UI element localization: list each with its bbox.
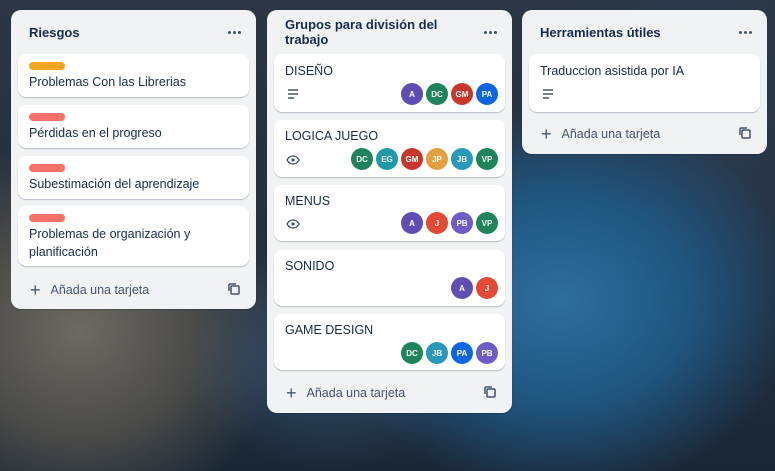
avatar[interactable]: DC <box>401 342 423 364</box>
add-card-button[interactable]: + Añada una tarjeta <box>274 379 505 407</box>
list-menu-button[interactable] <box>224 22 244 42</box>
list-grupos: Grupos para división del trabajo DISEÑO … <box>267 10 512 413</box>
card-members: DC JB PA PB <box>398 342 498 364</box>
avatar[interactable]: DC <box>426 83 448 105</box>
card-label-orange[interactable] <box>29 62 65 70</box>
list-herramientas: Herramientas útiles Traduccion asistida … <box>522 10 767 154</box>
template-icon[interactable] <box>483 385 497 402</box>
avatar[interactable]: PB <box>476 342 498 364</box>
card-title: GAME DESIGN <box>285 323 374 337</box>
list-menu-button[interactable] <box>480 22 500 42</box>
card-title: LOGICA JUEGO <box>285 129 379 143</box>
card-title: SONIDO <box>285 259 335 273</box>
add-card-label: Añada una tarjeta <box>306 386 406 400</box>
plus-icon: + <box>286 383 297 403</box>
card-label-red[interactable] <box>29 214 65 222</box>
card-problemas-librerias[interactable]: Problemas Con las Librerias <box>18 54 249 97</box>
card-perdidas-progreso[interactable]: Pérdidas en el progreso <box>18 105 249 148</box>
card-traduccion-ia[interactable]: Traduccion asistida por IA <box>529 54 760 112</box>
description-icon <box>285 86 301 102</box>
card-title: Pérdidas en el progreso <box>29 126 162 140</box>
card-title: Traduccion asistida por IA <box>540 64 685 78</box>
avatar[interactable]: VP <box>476 148 498 170</box>
avatar[interactable]: J <box>426 212 448 234</box>
avatar[interactable]: JP <box>426 148 448 170</box>
list-title[interactable]: Grupos para división del trabajo <box>285 17 480 47</box>
description-icon <box>540 86 556 102</box>
card-title: Subestimación del aprendizaje <box>29 177 200 191</box>
card-members: A J <box>448 277 498 299</box>
card-menus[interactable]: MENUS A J PB VP <box>274 185 505 241</box>
list-header: Riesgos <box>11 10 256 54</box>
card-label-red[interactable] <box>29 164 65 172</box>
add-card-label: Añada una tarjeta <box>561 127 661 141</box>
add-card-button[interactable]: + Añada una tarjeta <box>529 120 760 148</box>
card-game-design[interactable]: GAME DESIGN DC JB PA PB <box>274 314 505 370</box>
eye-icon <box>285 216 301 232</box>
add-card-button[interactable]: + Añada una tarjeta <box>18 276 249 304</box>
list-header: Grupos para división del trabajo <box>267 10 512 54</box>
list-header: Herramientas útiles <box>522 10 767 54</box>
avatar[interactable]: VP <box>476 212 498 234</box>
card-title: DISEÑO <box>285 64 333 78</box>
avatar[interactable]: DC <box>351 148 373 170</box>
eye-icon <box>285 152 301 168</box>
template-icon[interactable] <box>227 282 241 299</box>
list-title[interactable]: Riesgos <box>29 25 80 40</box>
card-members: DC EG GM JP JB VP <box>348 148 498 170</box>
card-logica-juego[interactable]: LOGICA JUEGO DC EG GM JP JB VP <box>274 120 505 177</box>
card-diseno[interactable]: DISEÑO A DC GM PA <box>274 54 505 112</box>
plus-icon: + <box>541 124 552 144</box>
avatar[interactable]: PA <box>476 83 498 105</box>
card-title-line2: planificación <box>29 245 98 259</box>
card-members: A DC GM PA <box>398 83 498 105</box>
list-title[interactable]: Herramientas útiles <box>540 25 661 40</box>
card-title: Problemas Con las Librerias <box>29 75 187 89</box>
card-problemas-organizacion[interactable]: Problemas de organización y planificació… <box>18 206 249 266</box>
card-sonido[interactable]: SONIDO A J <box>274 250 505 306</box>
avatar[interactable]: J <box>476 277 498 299</box>
avatar[interactable]: PA <box>451 342 473 364</box>
card-subestimacion[interactable]: Subestimación del aprendizaje <box>18 156 249 199</box>
avatar[interactable]: JB <box>426 342 448 364</box>
list-riesgos: Riesgos Problemas Con las Librerias Pérd… <box>11 10 256 309</box>
avatar[interactable]: EG <box>376 148 398 170</box>
avatar[interactable]: PB <box>451 212 473 234</box>
avatar[interactable]: A <box>451 277 473 299</box>
avatar[interactable]: A <box>401 212 423 234</box>
add-card-label: Añada una tarjeta <box>50 283 150 297</box>
avatar[interactable]: GM <box>451 83 473 105</box>
card-title-line1: Problemas de organización y <box>29 227 191 241</box>
avatar[interactable]: JB <box>451 148 473 170</box>
avatar[interactable]: A <box>401 83 423 105</box>
card-label-red[interactable] <box>29 113 65 121</box>
template-icon[interactable] <box>738 126 752 143</box>
card-title: MENUS <box>285 194 331 208</box>
list-menu-button[interactable] <box>735 22 755 42</box>
card-members: A J PB VP <box>398 212 498 234</box>
avatar[interactable]: GM <box>401 148 423 170</box>
plus-icon: + <box>30 280 41 300</box>
